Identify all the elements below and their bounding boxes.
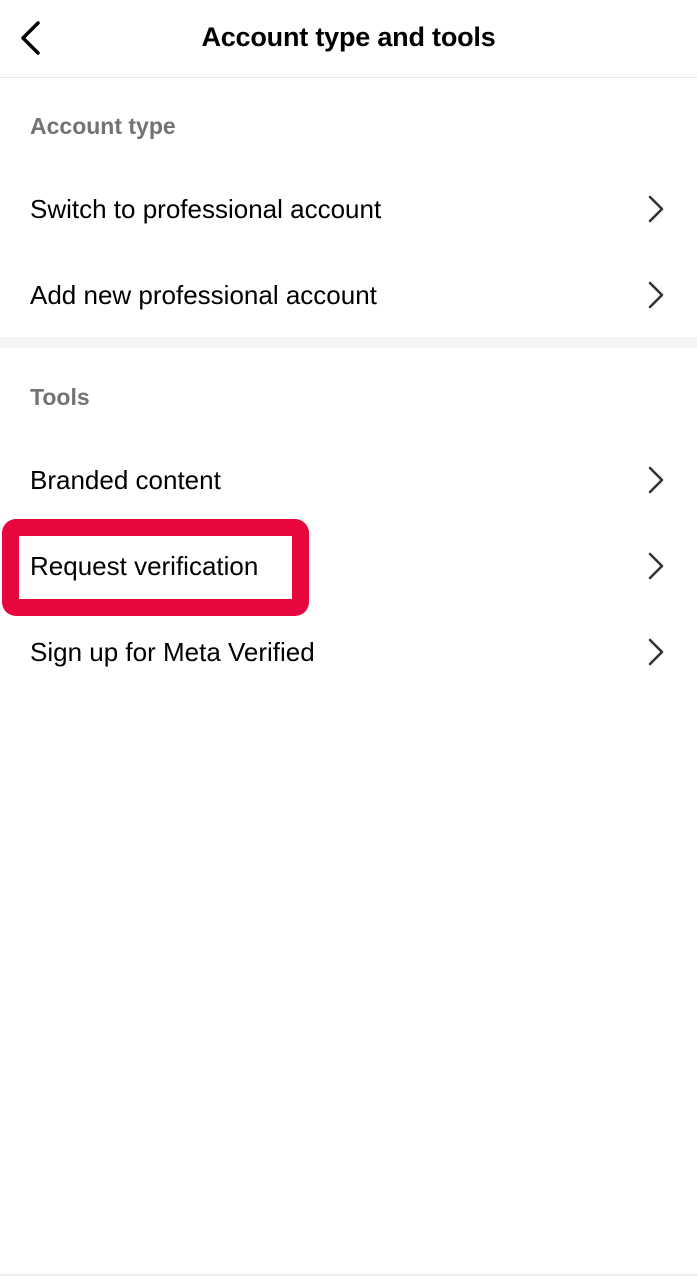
chevron-right-icon xyxy=(648,195,664,223)
section-label-account-type: Account type xyxy=(30,113,176,139)
section-label-tools: Tools xyxy=(30,384,90,410)
row-label: Add new professional account xyxy=(30,279,377,310)
chevron-right-icon xyxy=(648,552,664,580)
row-label: Switch to professional account xyxy=(30,193,382,224)
bottom-divider xyxy=(0,1274,697,1276)
row-meta-verified[interactable]: Sign up for Meta Verified xyxy=(0,609,697,695)
row-add-new-professional[interactable]: Add new professional account xyxy=(0,252,697,338)
row-label: Sign up for Meta Verified xyxy=(30,636,315,667)
row-switch-to-professional[interactable]: Switch to professional account xyxy=(0,166,697,252)
chevron-right-icon xyxy=(648,466,664,494)
row-branded-content[interactable]: Branded content xyxy=(0,437,697,523)
row-label: Branded content xyxy=(30,464,221,495)
section-divider xyxy=(0,337,697,348)
header: Account type and tools xyxy=(0,0,697,78)
chevron-right-icon xyxy=(648,638,664,666)
row-request-verification[interactable]: Request verification xyxy=(0,523,697,609)
chevron-right-icon xyxy=(648,281,664,309)
page-title: Account type and tools xyxy=(201,22,496,52)
row-label: Request verification xyxy=(30,550,259,581)
